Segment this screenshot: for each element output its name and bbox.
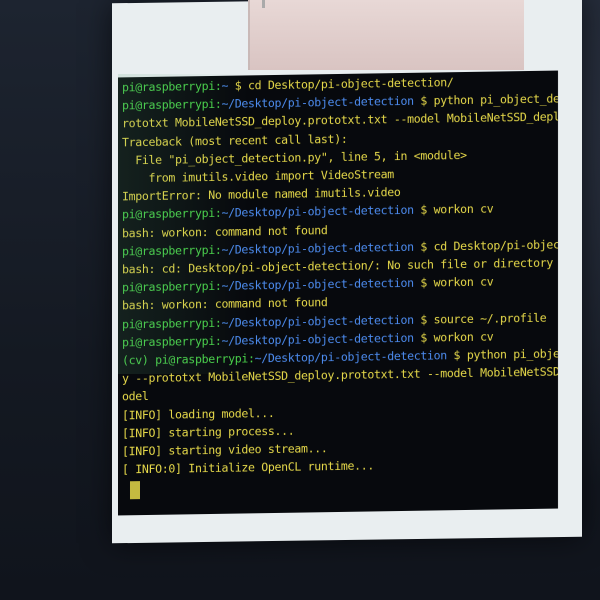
terminal-line: [INFO] starting process... <box>122 423 294 440</box>
terminal-line: pi@raspberrypi:~/Desktop/pi-object-detec… <box>122 90 558 113</box>
terminal-line: pi@raspberrypi:~/Desktop/pi-object-detec… <box>122 236 558 258</box>
line-text: $ python pi_object_detection.py --p <box>420 90 558 108</box>
line-text: $ source ~/.profile <box>420 310 547 327</box>
prompt-user: pi@raspberrypi: <box>122 242 222 259</box>
line-text: $ workon cv <box>420 201 494 218</box>
terminal-line: odel <box>122 389 149 403</box>
line-text: from imutils.video import VideoStream <box>122 167 394 186</box>
line-text: y --prototxt MobileNetSSD_deploy.prototx… <box>122 363 558 386</box>
terminal-cursor <box>130 481 140 500</box>
line-text: odel <box>122 389 149 404</box>
prompt-user: pi@raspberrypi: <box>122 279 222 295</box>
terminal-line: [ INFO:0] Initialize OpenCL runtime... <box>122 459 374 477</box>
terminal-line: bash: cd: Desktop/pi-object-detection/: … <box>122 256 553 277</box>
line-text: [INFO] starting video stream... <box>122 441 328 459</box>
prompt-path: ~/Desktop/pi-object-detection <box>221 239 421 257</box>
terminal-line: bash: workon: command not found <box>122 223 328 240</box>
terminal-line: pi@raspberrypi:~/Desktop/pi-object-detec… <box>122 329 493 349</box>
line-text: bash: cd: Desktop/pi-object-detection/: … <box>122 255 553 277</box>
line-text: Traceback (most recent call last): <box>122 131 348 149</box>
terminal-line: [INFO] starting video stream... <box>122 441 328 458</box>
prompt-user: (cv) pi@raspberrypi: <box>122 351 255 368</box>
line-text: ImportError: No module named imutils.vid… <box>122 185 401 204</box>
line-text: bash: workon: command not found <box>122 222 328 240</box>
line-text: [INFO] loading model... <box>122 405 275 422</box>
prompt-user: pi@raspberrypi: <box>122 78 222 95</box>
terminal-line: bash: workon: command not found <box>122 296 328 313</box>
prompt-user: pi@raspberrypi: <box>122 97 222 113</box>
terminal-line: rototxt MobileNetSSD_deploy.prototxt.txt… <box>122 109 558 131</box>
terminal-line: ImportError: No module named imutils.vid… <box>122 185 400 203</box>
prompt-path: ~/Desktop/pi-object-detection <box>221 93 421 112</box>
terminal-line: (cv) pi@raspberrypi:~/Desktop/pi-object-… <box>122 345 558 367</box>
terminal-line: Traceback (most recent call last): <box>122 131 347 149</box>
terminal-window[interactable]: pi@raspberrypi:~ $ cd Desktop/pi-object-… <box>118 70 558 516</box>
terminal-line: pi@raspberrypi:~ $ cd Desktop/pi-object-… <box>122 75 454 94</box>
line-text: File "pi_object_detection.py", line 5, i… <box>122 147 467 168</box>
line-text: $ workon cv <box>420 329 494 345</box>
terminal-line: pi@raspberrypi:~/Desktop/pi-object-detec… <box>122 310 546 331</box>
prompt-path: ~ <box>221 78 235 93</box>
line-text: $ cd Desktop/pi-object-detection/ <box>234 75 454 93</box>
line-text: [INFO] starting process... <box>122 423 295 441</box>
terminal-line: File "pi_object_detection.py", line 5, i… <box>122 148 467 167</box>
terminal-line: from imutils.video import VideoStream <box>122 167 394 185</box>
prompt-user: pi@raspberrypi: <box>122 206 222 222</box>
line-text: rototxt MobileNetSSD_deploy.prototxt.txt… <box>122 108 558 131</box>
terminal-line: pi@raspberrypi:~/Desktop/pi-object-detec… <box>122 275 493 295</box>
prompt-path: ~/Desktop/pi-object-detection <box>221 330 421 348</box>
terminal-line: [INFO] loading model... <box>122 406 275 422</box>
prompt-path: ~/Desktop/pi-object-detection <box>254 348 454 366</box>
prompt-path: ~/Desktop/pi-object-detection <box>221 275 421 294</box>
image-preview-window <box>248 0 524 70</box>
line-text: bash: workon: command not found <box>122 295 328 313</box>
line-text: $ workon cv <box>420 274 494 290</box>
line-text: $ python pi_object_detection.p <box>453 345 558 363</box>
terminal-line: y --prototxt MobileNetSSD_deploy.prototx… <box>122 363 558 385</box>
prompt-user: pi@raspberrypi: <box>122 315 222 331</box>
terminal-line: pi@raspberrypi:~/Desktop/pi-object-detec… <box>122 202 493 222</box>
prompt-path: ~/Desktop/pi-object-detection <box>221 312 421 330</box>
prompt-user: pi@raspberrypi: <box>122 333 222 350</box>
line-text: [ INFO:0] Initialize OpenCL runtime... <box>122 458 374 477</box>
line-text: $ cd Desktop/pi-object-detection/ <box>420 236 558 254</box>
prompt-path: ~/Desktop/pi-object-detection <box>221 203 421 221</box>
window-edge-mark <box>262 0 265 8</box>
